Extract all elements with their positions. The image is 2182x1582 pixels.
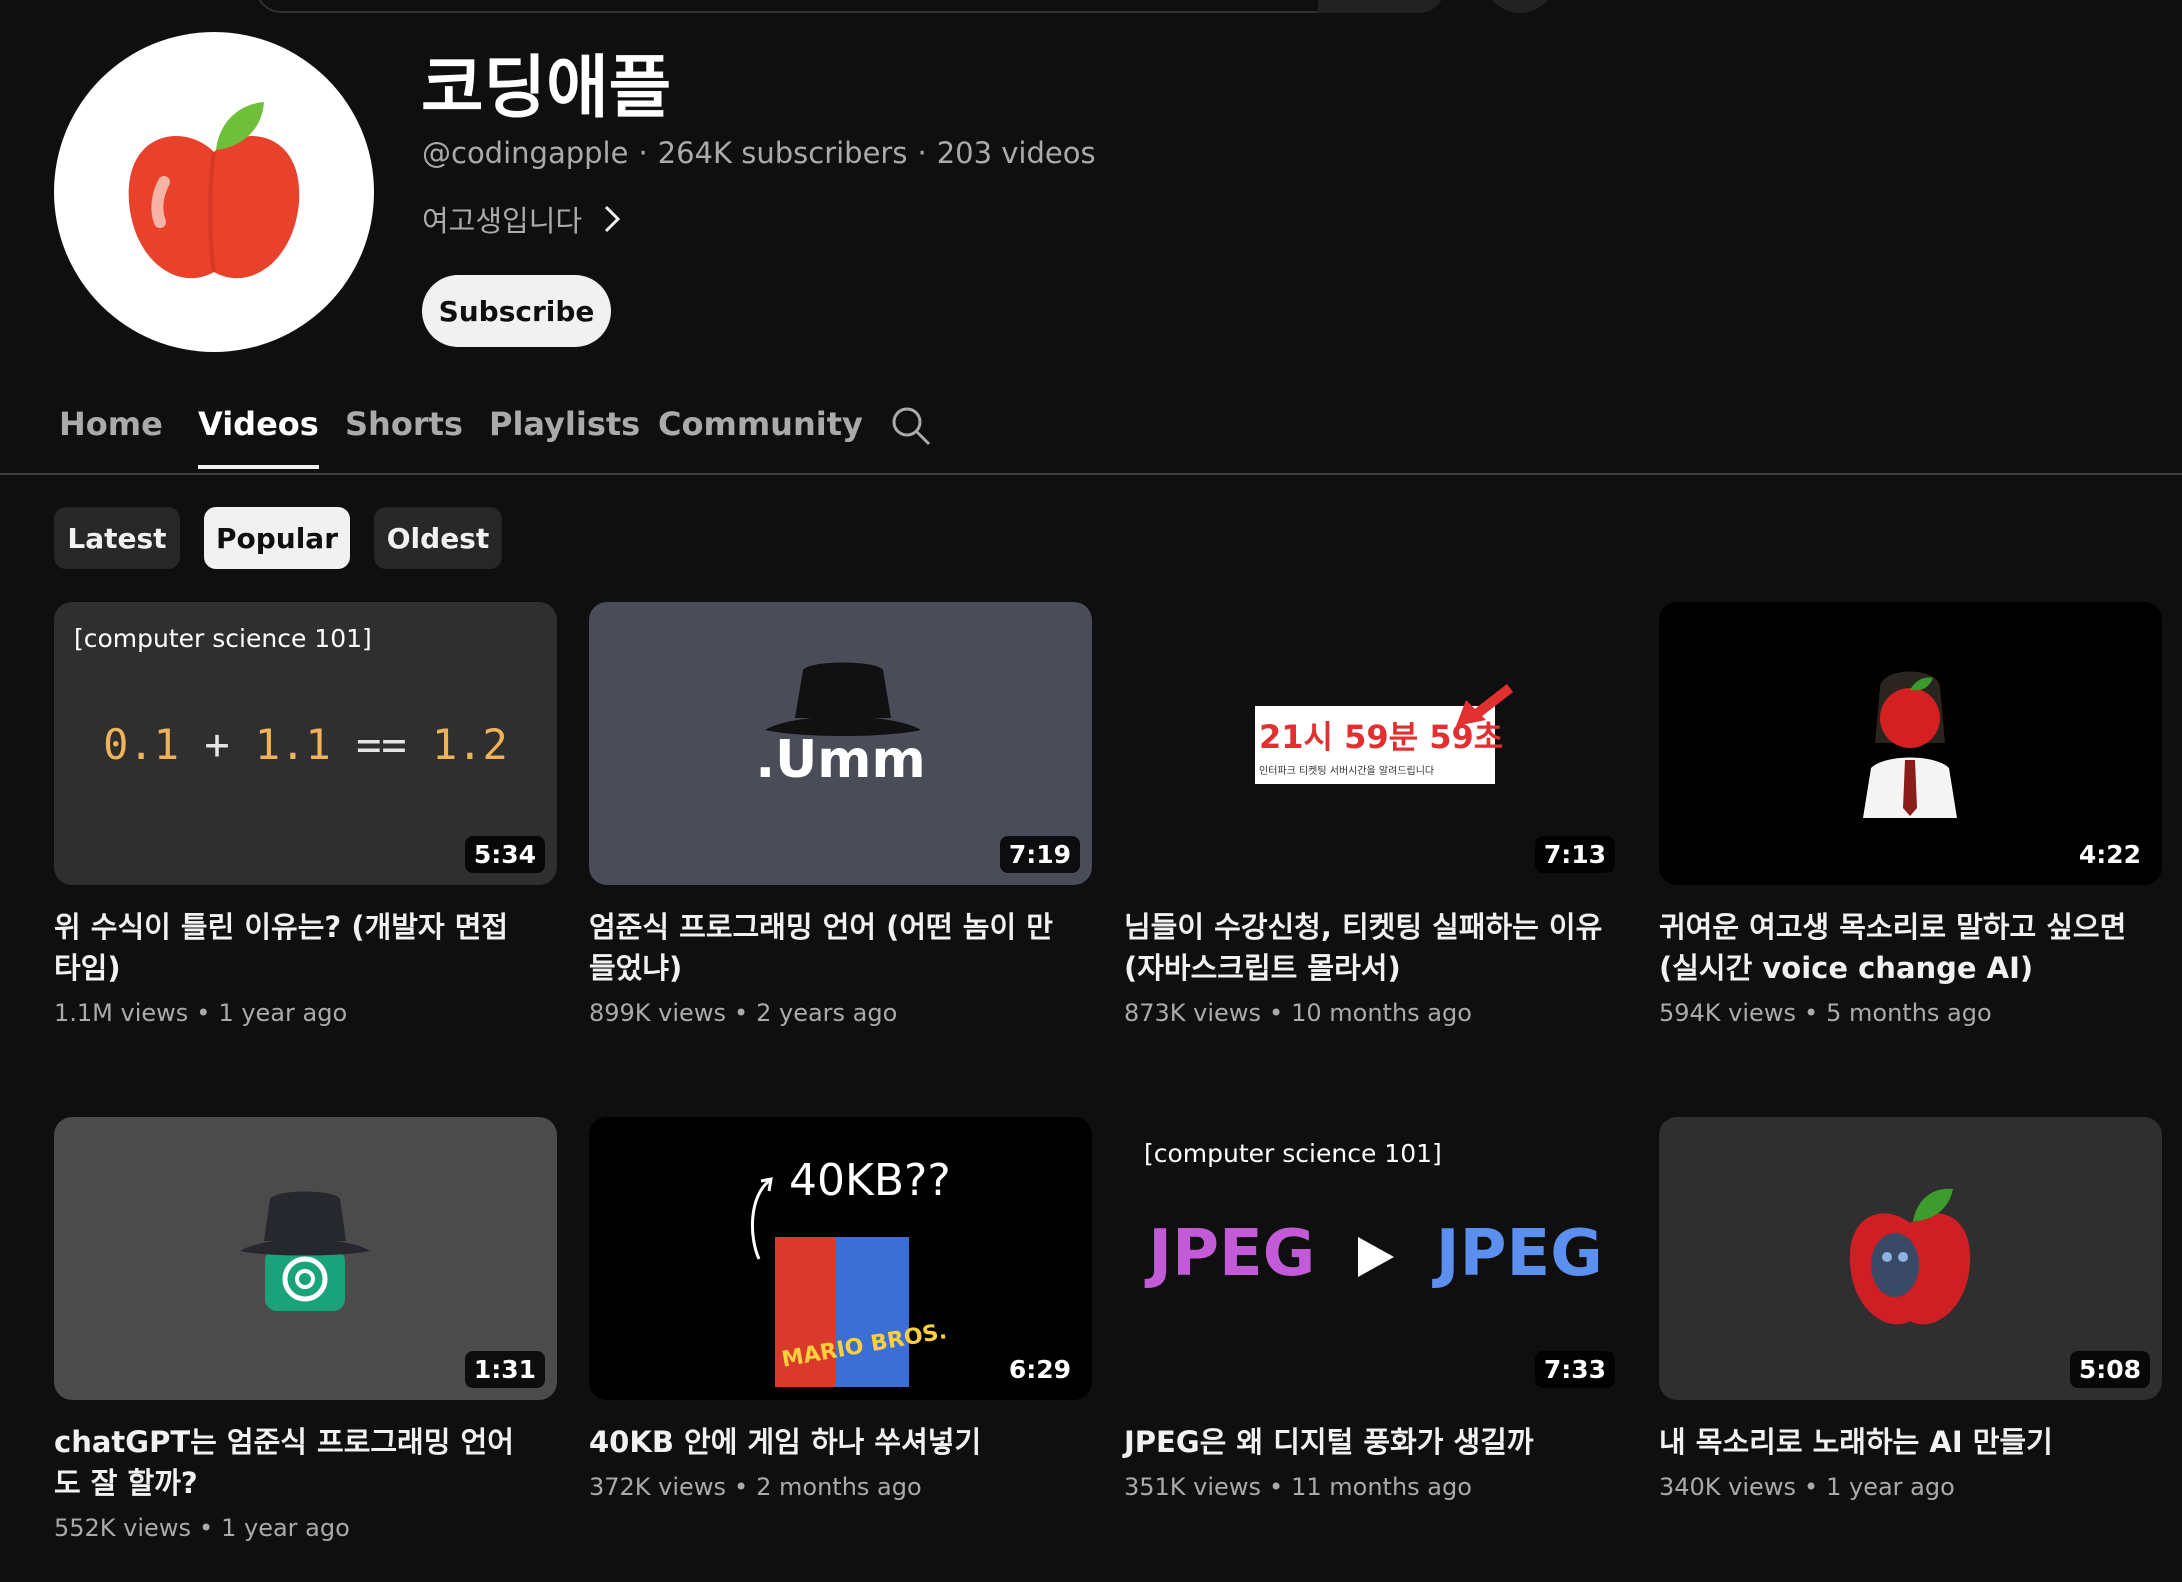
channel-search-icon[interactable] bbox=[890, 405, 932, 451]
channel-avatar[interactable] bbox=[54, 32, 374, 352]
video-card[interactable]: 1:31 chatGPT는 엄준식 프로그래밍 언어도 잘 할까? 552K v… bbox=[54, 1117, 557, 1542]
channel-meta: @codingapple · 264K subscribers · 203 videos bbox=[422, 136, 1096, 170]
video-count: 203 videos bbox=[936, 136, 1096, 170]
channel-description-text: 여고생입니다 bbox=[422, 204, 583, 238]
video-title[interactable]: 위 수식이 틀린 이유는? (개발자 면접 타임) bbox=[54, 907, 534, 989]
video-title[interactable]: chatGPT는 엄준식 프로그래밍 언어도 잘 할까? bbox=[54, 1422, 534, 1504]
video-card[interactable]: .Umm 7:19 엄준식 프로그래밍 언어 (어떤 놈이 만들었냐) 899K… bbox=[589, 602, 1092, 1027]
thumbnail-text: .Umm bbox=[755, 730, 926, 790]
thumbnail-text: 40KB?? bbox=[789, 1155, 951, 1206]
video-meta: 1.1M views • 1 year ago bbox=[54, 999, 348, 1027]
chevron-right-icon bbox=[605, 205, 621, 233]
subscribe-button[interactable]: Subscribe bbox=[422, 275, 611, 347]
tab-playlists[interactable]: Playlists bbox=[489, 405, 640, 465]
play-arrow-icon bbox=[1357, 1237, 1394, 1278]
tab-shorts[interactable]: Shorts bbox=[345, 405, 463, 465]
meta-separator: · bbox=[917, 136, 927, 170]
video-meta: 351K views • 11 months ago bbox=[1124, 1473, 1472, 1501]
channel-name: 코딩애플 bbox=[421, 49, 672, 128]
video-meta: 340K views • 1 year ago bbox=[1659, 1473, 1955, 1501]
thumbnail-jpeg-text: JPEG JPEG bbox=[1148, 1217, 1603, 1291]
chip-latest[interactable]: Latest bbox=[54, 507, 180, 569]
video-title[interactable]: JPEG은 왜 디지털 풍화가 생길까 bbox=[1124, 1422, 1604, 1463]
search-button[interactable] bbox=[1318, 0, 1445, 13]
video-thumbnail[interactable]: 1:31 bbox=[54, 1117, 557, 1400]
video-card[interactable]: [computer science 101] 0.1 + 1.1 == 1.2 … bbox=[54, 602, 557, 1027]
thumbnail-equation: 0.1 + 1.1 == 1.2 bbox=[103, 720, 508, 769]
video-duration: 7:13 bbox=[1534, 836, 1615, 873]
video-card[interactable]: 5:08 내 목소리로 노래하는 AI 만들기 340K views • 1 yea… bbox=[1659, 1117, 2162, 1501]
red-arrow-icon bbox=[1456, 684, 1514, 726]
video-thumbnail[interactable]: 4:22 bbox=[1659, 602, 2162, 885]
channel-tabs: Home Videos Shorts Playlists Community bbox=[0, 395, 2182, 475]
curved-arrow-icon bbox=[750, 1177, 773, 1260]
video-card[interactable]: 40KB?? MARIO BROS. 6:29 40KB 안에 게임 하나 쑤셔… bbox=[589, 1117, 1092, 1501]
video-title[interactable]: 내 목소리로 노래하는 AI 만들기 bbox=[1659, 1422, 2139, 1463]
video-duration: 5:08 bbox=[2069, 1351, 2150, 1388]
video-duration: 7:33 bbox=[1534, 1351, 1615, 1388]
video-thumbnail[interactable]: .Umm 7:19 bbox=[589, 602, 1092, 885]
video-thumbnail[interactable]: 5:08 bbox=[1659, 1117, 2162, 1400]
video-meta: 594K views • 5 months ago bbox=[1659, 999, 1992, 1027]
video-card[interactable]: 21시 59분 59초 인터파크 티켓팅 서버시간을 알려드립니다 7:13 님… bbox=[1124, 602, 1627, 1027]
video-title[interactable]: 귀여운 여고생 목소리로 말하고 싶으면 (실시간 voice change A… bbox=[1659, 907, 2139, 989]
channel-description[interactable]: 여고생입니다 bbox=[422, 198, 622, 240]
video-duration: 1:31 bbox=[464, 1351, 545, 1388]
game-cover-art: MARIO BROS. bbox=[775, 1237, 949, 1387]
thumbnail-tag: [computer science 101] bbox=[74, 624, 372, 653]
video-thumbnail[interactable]: [computer science 101] JPEG JPEG 7:33 bbox=[1124, 1117, 1627, 1400]
chip-oldest[interactable]: Oldest bbox=[374, 507, 502, 569]
voice-search-button[interactable] bbox=[1484, 0, 1556, 13]
video-duration: 6:29 bbox=[999, 1351, 1080, 1388]
video-thumbnail[interactable]: 40KB?? MARIO BROS. 6:29 bbox=[589, 1117, 1092, 1400]
video-thumbnail[interactable]: 21시 59분 59초 인터파크 티켓팅 서버시간을 알려드립니다 7:13 bbox=[1124, 602, 1627, 885]
video-title[interactable]: 엄준식 프로그래밍 언어 (어떤 놈이 만들었냐) bbox=[589, 907, 1069, 989]
tab-community[interactable]: Community bbox=[658, 405, 863, 465]
video-duration: 4:22 bbox=[2069, 836, 2150, 873]
video-duration: 7:19 bbox=[999, 836, 1080, 873]
video-card[interactable]: [computer science 101] JPEG JPEG 7:33 JP… bbox=[1124, 1117, 1627, 1501]
thumbnail-tag: [computer science 101] bbox=[1144, 1139, 1442, 1168]
video-meta: 552K views • 1 year ago bbox=[54, 1514, 350, 1542]
subscriber-count: 264K subscribers bbox=[657, 136, 908, 170]
search-bar[interactable] bbox=[255, 0, 1445, 13]
video-title[interactable]: 님들이 수강신청, 티켓팅 실패하는 이유 (자바스크립트 몰라서) bbox=[1124, 907, 1604, 989]
tab-videos[interactable]: Videos bbox=[198, 405, 319, 469]
video-meta: 873K views • 10 months ago bbox=[1124, 999, 1472, 1027]
chip-popular[interactable]: Popular bbox=[204, 507, 350, 569]
apple-logo-icon bbox=[128, 102, 300, 279]
apple-head-figure-icon bbox=[1863, 671, 1957, 818]
video-card[interactable]: 4:22 귀여운 여고생 목소리로 말하고 싶으면 (실시간 voice cha… bbox=[1659, 602, 2162, 1027]
chatgpt-bucket-hat-icon bbox=[240, 1191, 370, 1311]
channel-handle: @codingapple bbox=[422, 136, 629, 170]
video-thumbnail[interactable]: [computer science 101] 0.1 + 1.1 == 1.2 … bbox=[54, 602, 557, 885]
video-meta: 372K views • 2 months ago bbox=[589, 1473, 922, 1501]
tab-home[interactable]: Home bbox=[59, 405, 163, 465]
video-title[interactable]: 40KB 안에 게임 하나 쑤셔넣기 bbox=[589, 1422, 1069, 1463]
video-duration: 5:34 bbox=[464, 836, 545, 873]
meta-separator: · bbox=[638, 136, 648, 170]
video-meta: 899K views • 2 years ago bbox=[589, 999, 898, 1027]
robot-apple-icon bbox=[1849, 1188, 1971, 1325]
